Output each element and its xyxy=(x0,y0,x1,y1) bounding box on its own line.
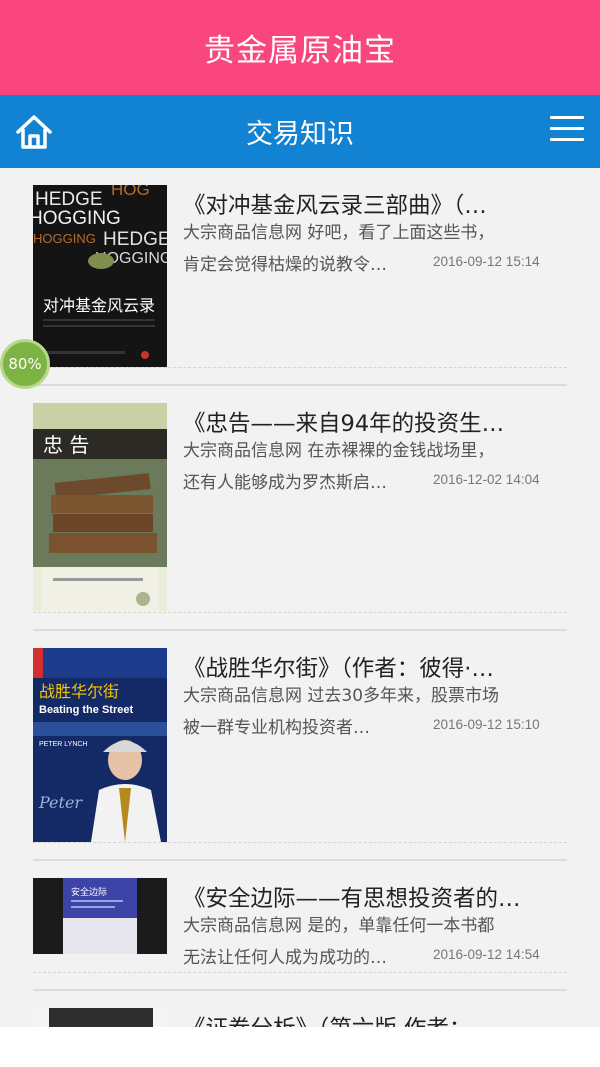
article-title[interactable]: 《对冲基金风云录三部曲》（… xyxy=(183,188,568,220)
article-title[interactable]: 《战胜华尔街》（作者：彼得·… xyxy=(183,651,568,683)
article-description: 大宗商品信息网 是的，单靠任何一本书都 xyxy=(183,916,495,936)
book-cover-image: 安全边际 xyxy=(33,878,167,954)
cover-text: HEDGE xyxy=(103,229,167,250)
cover-cn-title: 战胜华尔街 xyxy=(39,682,119,701)
list-item[interactable]: HEDGE HOG HOGGING HOGGING HEDGE HOGGING … xyxy=(33,168,566,368)
article-description-2: 肯定会觉得枯燥的说教令… xyxy=(183,255,387,275)
article-description: 大宗商品信息网 好吧，看了上面这些书， xyxy=(183,223,495,243)
home-icon xyxy=(16,115,52,149)
cover-text: HOGGING xyxy=(33,208,121,229)
nav-title: 交易知识 xyxy=(246,119,354,150)
home-button[interactable] xyxy=(14,112,54,152)
menu-button[interactable] xyxy=(550,116,584,146)
article-date: 2016-09-12 14:54 xyxy=(433,947,540,962)
cover-cn-title: 忠 告 xyxy=(43,433,89,457)
cover-text: HEDGE xyxy=(35,189,103,210)
article-list[interactable]: HEDGE HOG HOGGING HOGGING HEDGE HOGGING … xyxy=(0,168,600,1067)
book-cover-image: 忠 告 xyxy=(33,403,167,611)
svg-text:HOGGING: HOGGING xyxy=(33,231,96,246)
list-item[interactable]: 忠 告 《忠告——来自94年的投资生… 大宗商品信息网 在赤裸裸的金钱战场里， … xyxy=(33,386,566,612)
cover-cn-title: 对冲基金风云录 xyxy=(43,296,155,315)
item-separator xyxy=(33,367,567,368)
article-description-2: 被一群专业机构投资者… xyxy=(183,718,370,738)
article-title[interactable]: 《安全边际——有思想投资者的… xyxy=(183,881,568,913)
hamburger-menu-icon xyxy=(550,116,584,141)
app-title: 贵金属原油宝 xyxy=(204,33,396,69)
item-separator xyxy=(33,842,567,843)
article-description: 大宗商品信息网 过去30多年来，股票市场 xyxy=(183,686,500,706)
progress-badge[interactable]: 80% xyxy=(0,339,50,389)
article-description-2: 无法让任何人成为成功的… xyxy=(183,948,387,968)
app-title-bar: 贵金属原油宝 xyxy=(0,0,600,95)
book-cover-image: 战胜华尔街 Beating the Street PETER LYNCH Pet… xyxy=(33,648,167,842)
article-description-2: 还有人能够成为罗杰斯启… xyxy=(183,473,387,493)
item-separator xyxy=(33,972,567,973)
article-title[interactable]: 《忠告——来自94年的投资生… xyxy=(183,406,568,438)
book-cover-image: HEDGE HOG HOGGING HOGGING HEDGE HOGGING … xyxy=(33,185,167,367)
cover-cn-title: 安全边际 xyxy=(71,886,107,898)
article-description: 大宗商品信息网 在赤裸裸的金钱战场里， xyxy=(183,441,495,461)
list-item[interactable]: 战胜华尔街 Beating the Street PETER LYNCH Pet… xyxy=(33,631,566,843)
svg-text:HOG: HOG xyxy=(111,185,150,199)
cover-author: PETER LYNCH xyxy=(39,741,88,748)
article-date: 2016-12-02 14:04 xyxy=(433,472,540,487)
bottom-overlay xyxy=(0,1027,600,1067)
article-date: 2016-09-12 15:10 xyxy=(433,717,540,732)
svg-text:Peter: Peter xyxy=(38,793,83,812)
cover-en-title: Beating the Street xyxy=(39,704,133,716)
nav-bar: 交易知识 xyxy=(0,95,600,168)
item-separator xyxy=(33,612,567,613)
article-date: 2016-09-12 15:14 xyxy=(433,254,540,269)
list-item[interactable]: 安全边际 《安全边际——有思想投资者的… 大宗商品信息网 是的，单靠任何一本书都… xyxy=(33,861,566,973)
progress-badge-text: 80% xyxy=(8,355,42,373)
